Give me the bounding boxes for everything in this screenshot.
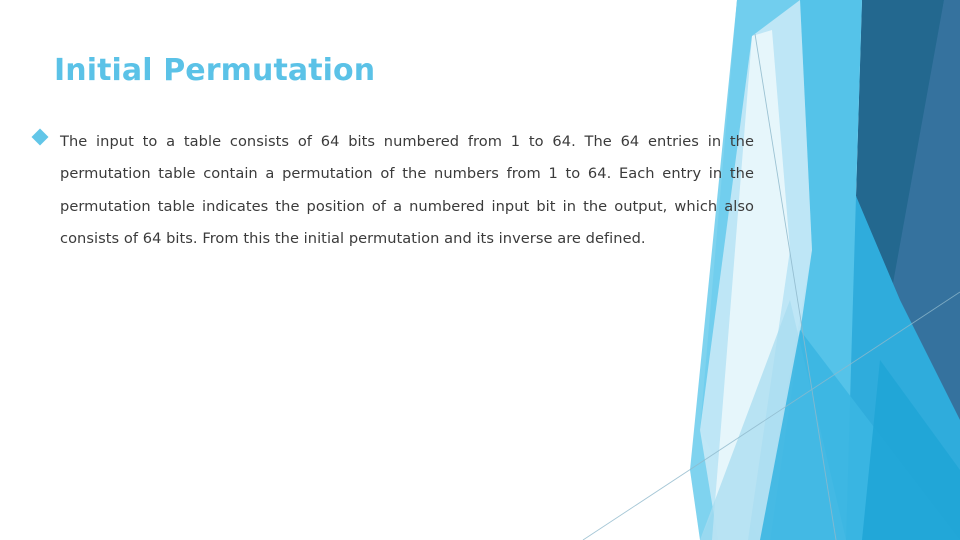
slide-canvas: Initial Permutation The input to a table… bbox=[0, 0, 960, 540]
slide-title: Initial Permutation bbox=[54, 53, 376, 88]
decor-shape-lower-light bbox=[700, 300, 846, 540]
decor-shape-pale-sliver bbox=[712, 30, 790, 540]
bullet-item: The input to a table consists of 64 bits… bbox=[31, 126, 754, 256]
decor-shape-bottom-cyan bbox=[760, 330, 960, 540]
decor-shape-sky-wedge bbox=[700, 0, 862, 540]
diamond-bullet-icon bbox=[31, 128, 49, 146]
bullet-item-text: The input to a table consists of 64 bits… bbox=[60, 133, 754, 248]
decor-shape-dark-right bbox=[846, 0, 960, 540]
slide-body: The input to a table consists of 64 bits… bbox=[31, 126, 754, 256]
decor-shape-steel bbox=[890, 0, 960, 420]
decor-shape-light-sky bbox=[690, 0, 812, 540]
decor-shape-deep-navy bbox=[856, 0, 944, 300]
decor-shape-pale-wedge bbox=[700, 0, 812, 540]
decor-hairline-steep bbox=[754, 33, 837, 540]
decor-hairline-shallow bbox=[582, 291, 960, 540]
decor-shape-bottom-accent bbox=[862, 360, 960, 540]
